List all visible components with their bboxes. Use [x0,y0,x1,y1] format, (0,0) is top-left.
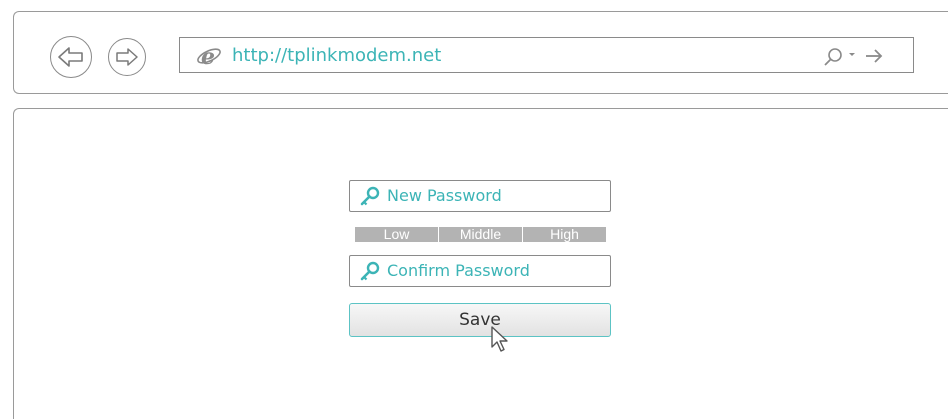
strength-high: High [523,227,606,242]
chevron-down-icon[interactable] [847,49,857,59]
search-icon[interactable] [823,47,843,67]
back-arrow-icon [58,47,83,67]
password-strength-meter: Low Middle High [355,227,606,242]
key-icon [360,261,380,281]
strength-low: Low [355,227,439,242]
mouse-cursor-icon [491,326,508,352]
url-text[interactable]: http://tplinkmodem.net [232,45,441,66]
strength-middle: Middle [439,227,523,242]
back-button[interactable] [50,36,92,78]
confirm-password-placeholder: Confirm Password [387,261,530,280]
svg-text:e: e [201,45,215,67]
new-password-placeholder: New Password [387,186,502,205]
key-icon [360,186,380,206]
forward-button[interactable] [108,38,146,76]
new-password-field[interactable]: New Password [349,180,611,212]
internet-explorer-icon: e [197,45,221,67]
go-arrow-icon[interactable] [864,47,884,65]
forward-arrow-icon [116,48,138,66]
address-bar[interactable]: e http://tplinkmodem.net [179,37,914,73]
confirm-password-field[interactable]: Confirm Password [349,255,611,287]
save-button[interactable]: Save [349,303,611,337]
